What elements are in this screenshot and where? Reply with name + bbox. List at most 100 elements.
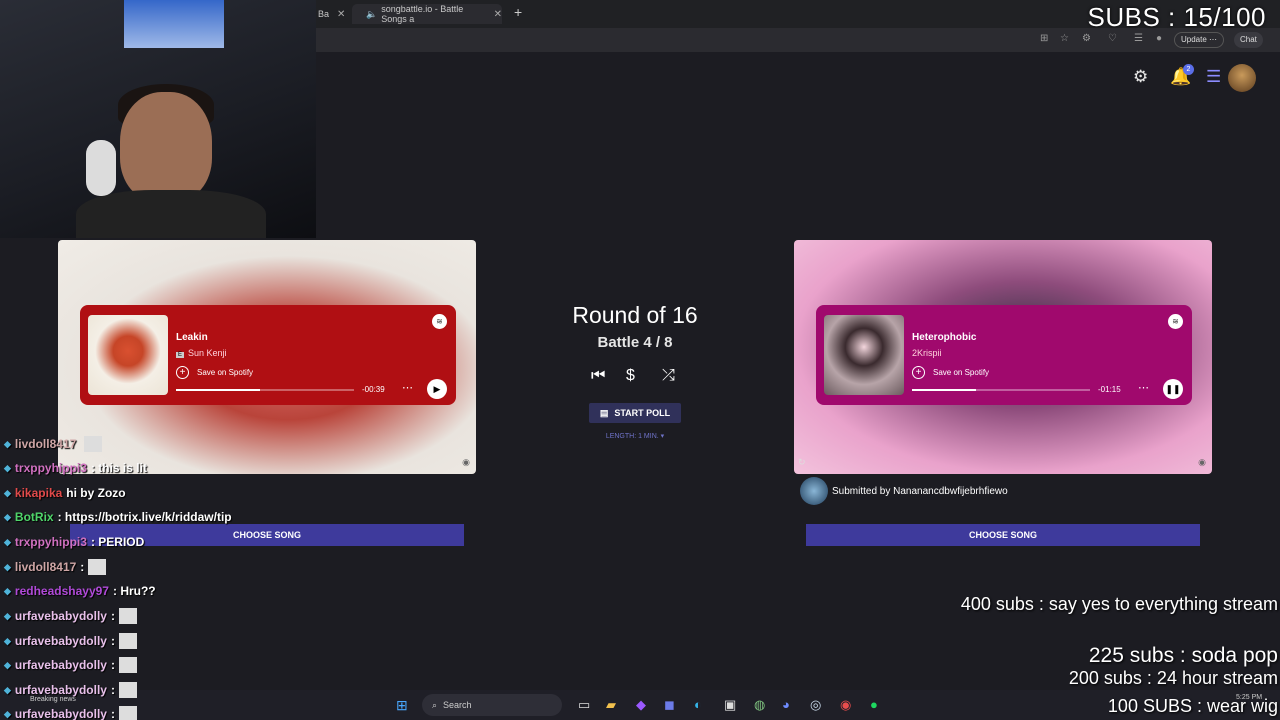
chat-label: Chat xyxy=(1240,35,1257,44)
new-tab-button[interactable]: + xyxy=(514,4,522,20)
chat-username[interactable]: BotRix xyxy=(15,510,54,524)
time-remaining: -00:39 xyxy=(362,385,385,394)
app-icon[interactable]: ◆ xyxy=(636,697,646,713)
extensions-icon[interactable]: ⚙ xyxy=(1082,33,1091,44)
save-label: Save on Spotify xyxy=(933,368,990,377)
hide-icon[interactable]: ◉ xyxy=(462,457,470,468)
close-icon[interactable]: ✕ xyxy=(337,9,345,20)
spotify-player-right: Heterophobic 2Krispii + Save on Spotify -… xyxy=(816,305,1192,405)
chat-username[interactable]: urfavebabydolly xyxy=(15,634,107,648)
song-artist[interactable]: 2Krispii xyxy=(912,348,942,358)
task-view-icon[interactable]: ▭ xyxy=(578,697,590,713)
search-label: Search xyxy=(443,700,472,710)
progress-bar-right[interactable] xyxy=(912,389,1090,391)
plus-icon: + xyxy=(176,366,189,379)
chat-badge-icon: ◆ xyxy=(4,561,11,572)
spotify-icon[interactable]: ● xyxy=(870,697,878,712)
chat-text: : xyxy=(110,683,115,697)
chat-emote xyxy=(118,608,137,624)
chat-username[interactable]: kikapika xyxy=(15,486,62,500)
pause-icon[interactable]: ❚❚ xyxy=(1163,379,1183,399)
chat-username[interactable]: redheadshayy97 xyxy=(15,584,109,598)
chat-emote xyxy=(118,657,137,673)
file-explorer-icon[interactable]: ▰ xyxy=(606,697,616,713)
settings-gear-icon[interactable]: ⚙ xyxy=(1133,67,1148,87)
chat-username[interactable]: urfavebabydolly xyxy=(15,707,107,720)
steam-icon[interactable]: ◎ xyxy=(810,697,821,713)
chrome-icon[interactable]: ◉ xyxy=(840,697,851,713)
update-button[interactable]: Update ⋯ xyxy=(1174,32,1225,48)
goal-400: 400 subs : say yes to everything stream xyxy=(960,594,1278,614)
album-art-right xyxy=(824,315,904,395)
favorites-icon[interactable]: ♡ xyxy=(1108,33,1117,44)
save-on-spotify-button[interactable]: + Save on Spotify xyxy=(912,366,989,379)
explicit-icon: E xyxy=(176,352,185,358)
goal-100: 100 SUBS : wear wig xyxy=(1107,696,1278,716)
chat-emote xyxy=(88,559,107,575)
chat-text: : xyxy=(110,707,115,720)
song-artist[interactable]: E Sun Kenji xyxy=(176,348,227,358)
progress-bar-left[interactable] xyxy=(176,389,354,391)
app-icon[interactable]: ◍ xyxy=(754,697,765,713)
start-poll-button[interactable]: ▤ START POLL xyxy=(589,403,681,423)
collections-icon[interactable]: ☰ xyxy=(1134,33,1143,44)
save-on-spotify-button[interactable]: + Save on Spotify xyxy=(176,366,253,379)
chat-emote xyxy=(118,682,137,698)
store-icon[interactable]: ▣ xyxy=(724,697,736,713)
left-song-card: Leakin E Sun Kenji + Save on Spotify -00:3… xyxy=(58,240,476,474)
chat-username[interactable]: trxppyhippi3 xyxy=(15,535,87,549)
chat-message: ◆ trxppyhippi3: PERIOD xyxy=(4,535,144,549)
coin-icon[interactable]: $ xyxy=(626,367,635,385)
spotify-icon[interactable]: ≋ xyxy=(432,314,447,329)
more-options-icon[interactable]: ⋯ xyxy=(402,381,413,394)
chat-message: ◆ urfavebabydolly: xyxy=(4,657,137,673)
windows-start-icon[interactable]: ⊞ xyxy=(396,697,412,713)
submitted-by: Submitted by Nananancdbwfijebrhfiewo xyxy=(800,477,1008,505)
chat-message: ◆ trxppyhippi3: this is lit xyxy=(4,461,147,475)
chat-message: ◆ urfavebabydolly: xyxy=(4,706,137,720)
start-poll-label: START POLL xyxy=(614,408,671,418)
progress-fill xyxy=(176,389,260,391)
discord-icon[interactable]: ◕ xyxy=(782,697,790,712)
edge-icon[interactable]: ◐ xyxy=(694,697,702,712)
chat-message: ◆ urfavebabydolly: xyxy=(4,682,137,698)
windows-taskbar: Breaking news ⊞ ⌕ Search ▭ ▰ ◆ ◼ ◐ ▣ ◍ ◕ … xyxy=(0,690,1280,720)
chat-username[interactable]: urfavebabydolly xyxy=(15,683,107,697)
chat-username[interactable]: trxppyhippi3 xyxy=(15,461,87,475)
chat-badge-icon: ◆ xyxy=(4,511,11,522)
submitter-avatar xyxy=(800,477,828,505)
reader-icon[interactable]: ⊞ xyxy=(1040,33,1048,44)
chat-username[interactable]: livdoll8417 xyxy=(15,560,76,574)
browser-tab-1[interactable]: Ba ✕ xyxy=(318,4,348,24)
chat-username[interactable]: livdoll8417 xyxy=(15,437,76,451)
spotify-icon[interactable]: ≋ xyxy=(1168,314,1183,329)
chat-badge-icon: ◆ xyxy=(4,585,11,596)
chat-text: : PERIOD xyxy=(90,535,145,549)
browser-tab-songbattle[interactable]: 🔈 songbattle.io - Battle Songs a ✕ xyxy=(352,4,502,24)
chat-emote xyxy=(84,436,103,452)
user-avatar[interactable] xyxy=(1228,64,1256,92)
shuffle-icon[interactable]: ⤮ xyxy=(662,367,675,385)
profile-icon[interactable]: ● xyxy=(1156,33,1162,44)
close-icon[interactable]: ✕ xyxy=(494,9,502,20)
previous-icon[interactable]: ⏮ xyxy=(591,367,605,385)
chat-username[interactable]: urfavebabydolly xyxy=(15,609,107,623)
chat-username[interactable]: urfavebabydolly xyxy=(15,658,107,672)
chat-emote xyxy=(118,706,137,720)
choose-song-right-button[interactable]: CHOOSE SONG xyxy=(806,524,1200,546)
star-icon[interactable]: ☆ xyxy=(1060,33,1069,44)
teams-icon[interactable]: ◼ xyxy=(664,697,675,713)
poll-length-select[interactable]: LENGTH: 1 MIN. ▾ xyxy=(584,432,686,440)
hide-icon[interactable]: ◉ xyxy=(1198,457,1206,468)
update-label: Update xyxy=(1181,35,1207,44)
subs-counter: SUBS : 15/100 xyxy=(1087,2,1266,32)
refresh-icon[interactable]: ↻ xyxy=(798,457,806,468)
copilot-chat-button[interactable]: Chat xyxy=(1234,32,1263,48)
chat-text: : xyxy=(110,609,115,623)
chat-badge-icon: ◆ xyxy=(4,684,11,695)
play-icon[interactable]: ▶ xyxy=(427,379,447,399)
more-options-icon[interactable]: ⋯ xyxy=(1138,381,1149,394)
menu-icon[interactable]: ☰ xyxy=(1206,67,1221,87)
chat-badge-icon: ◆ xyxy=(4,708,11,719)
taskbar-search[interactable]: ⌕ Search xyxy=(422,694,562,716)
